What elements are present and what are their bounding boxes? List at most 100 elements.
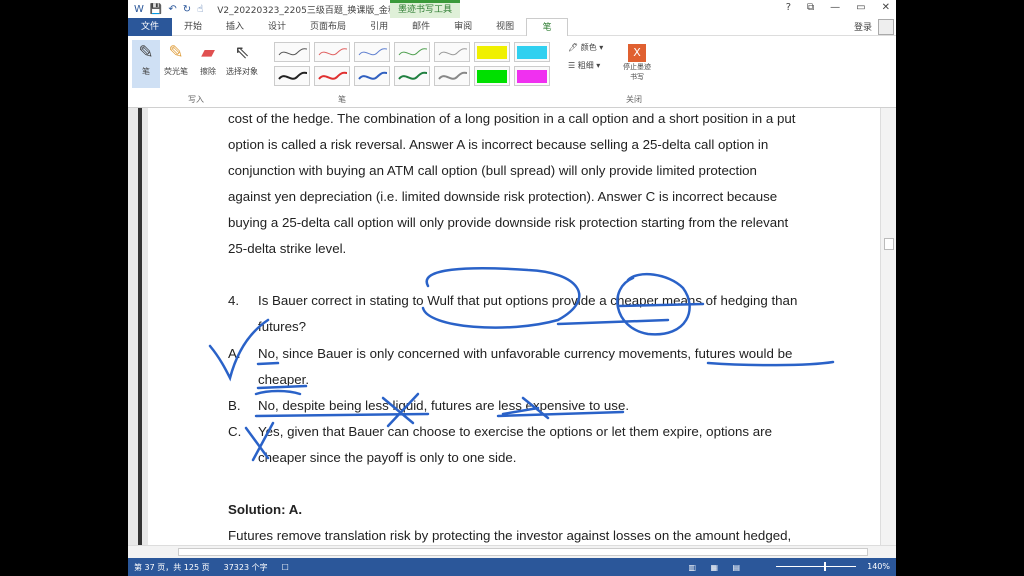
ink-underline-no <box>256 361 280 366</box>
color-button[interactable]: 🖊 颜色 ▾ <box>568 42 603 53</box>
pen-style[interactable] <box>314 66 350 86</box>
pen-style[interactable] <box>474 42 510 62</box>
pen-style[interactable] <box>434 66 470 86</box>
pen-style[interactable] <box>394 42 430 62</box>
pen-swatch-icon <box>358 71 388 80</box>
pen-style[interactable] <box>474 66 510 86</box>
ink-underline-futures <box>706 360 835 367</box>
close-button[interactable]: ✕ <box>882 2 890 13</box>
scroll-thumb[interactable] <box>178 548 868 556</box>
ink-b-mark <box>254 389 302 396</box>
stop-icon: X <box>628 44 646 62</box>
zoom-slider[interactable] <box>776 562 856 571</box>
label: 选择对象 <box>226 67 258 76</box>
pen-swatch-icon <box>318 71 348 80</box>
proofing-icon[interactable]: ☐ <box>282 563 289 572</box>
highlighter-icon: ✎ <box>168 42 184 63</box>
ink-underline-cheaper <box>256 384 308 390</box>
status-bar: 第 37 页，共 125 页 37323 个字 ☐ ▥ ▦ ▤ 140% <box>128 558 896 576</box>
touch-mode-icon[interactable]: ☝ <box>197 4 203 15</box>
thickness-button[interactable]: ☰ 粗细 ▾ <box>568 60 600 71</box>
ink-cross-c <box>244 421 275 462</box>
pen-icon: ✎ <box>138 42 154 63</box>
tab-insert[interactable]: 插入 <box>214 18 256 36</box>
ribbon: ✎ 笔 ✎ 荧光笔 ▰ 擦除 ⇖ 选择对象 写入 🖊 颜色 ▾ ☰ 粗细 ▾ 笔 X 停… <box>128 36 896 108</box>
maximize-button[interactable]: ▭ <box>856 2 865 13</box>
zoom-level[interactable]: 140% <box>867 562 890 571</box>
tab-review[interactable]: 审阅 <box>442 18 484 36</box>
label: 颜色 <box>580 43 597 52</box>
ink-circle-wulf <box>421 267 581 329</box>
word-count[interactable]: 37323 个字 <box>224 562 268 573</box>
highlighter-swatch-icon <box>517 70 547 83</box>
pen-style[interactable] <box>354 66 390 86</box>
ink-underline-1 <box>556 318 670 326</box>
highlighter-swatch-icon <box>477 70 507 83</box>
print-layout-icon[interactable]: ▦ <box>710 563 718 572</box>
pen-swatch-icon <box>438 48 468 56</box>
pen-swatch-icon <box>358 48 388 56</box>
redo-icon[interactable]: ↻ <box>183 4 191 15</box>
ink-underline-b <box>254 410 625 418</box>
tab-view[interactable]: 视图 <box>484 18 526 36</box>
save-icon[interactable]: 💾 <box>150 4 162 15</box>
ink-check-a <box>208 318 270 382</box>
scroll-thumb[interactable] <box>884 238 894 250</box>
avatar[interactable] <box>878 19 894 35</box>
stop-inking-button[interactable]: X 停止墨迹书写 <box>622 44 652 82</box>
pen-style[interactable] <box>354 42 390 62</box>
help-button[interactable]: ? <box>786 2 791 13</box>
word-icon: W <box>134 3 144 15</box>
pen-style[interactable] <box>514 66 550 86</box>
page-count[interactable]: 第 37 页，共 125 页 <box>134 562 210 573</box>
pen-swatch-icon <box>278 48 308 56</box>
pen-tool-button[interactable]: ✎ 笔 <box>132 40 160 88</box>
tab-layout[interactable]: 页面布局 <box>298 18 358 36</box>
tab-design[interactable]: 设计 <box>256 18 298 36</box>
undo-icon[interactable]: ↶ <box>168 4 176 15</box>
group-label-close: 关闭 <box>626 95 642 104</box>
document-area[interactable]: cost of the hedge. The combination of a … <box>128 108 896 545</box>
minimize-button[interactable]: — <box>830 2 840 13</box>
highlighter-button[interactable]: ✎ 荧光笔 <box>162 40 190 77</box>
web-layout-icon[interactable]: ▤ <box>732 563 740 572</box>
label: 停止墨迹书写 <box>623 63 651 81</box>
read-mode-icon[interactable]: ▥ <box>688 563 696 572</box>
group-label-pens: 笔 <box>338 95 346 104</box>
login-link[interactable]: 登录 <box>854 20 872 33</box>
label: 荧光笔 <box>164 67 188 76</box>
ink-annotations <box>208 267 835 462</box>
word-window: W 💾 ↶ ↻ ☝ V2_20220323_2205三级百题_换课版_金程教育（… <box>128 0 896 576</box>
pen-swatch-icon <box>438 71 468 80</box>
pen-style[interactable] <box>514 42 550 62</box>
title-bar: W 💾 ↶ ↻ ☝ V2_20220323_2205三级百题_换课版_金程教育（… <box>128 0 896 18</box>
tab-file[interactable]: 文件 <box>128 17 172 36</box>
pen-style[interactable] <box>274 66 310 86</box>
ribbon-display-button[interactable]: ⧉ <box>807 2 814 13</box>
tab-references[interactable]: 引用 <box>358 18 400 36</box>
pen-swatch-icon <box>398 48 428 56</box>
tab-mailings[interactable]: 邮件 <box>400 18 442 36</box>
cursor-icon: ⇖ <box>234 42 250 63</box>
context-tool-label: 墨迹书写工具 <box>390 0 461 18</box>
highlighter-swatch-icon <box>477 46 507 59</box>
eraser-icon: ▰ <box>201 42 215 63</box>
vertical-scrollbar[interactable] <box>880 108 896 545</box>
pen-swatch-icon <box>398 71 428 80</box>
select-objects-button[interactable]: ⇖ 选择对象 <box>224 40 260 77</box>
pen-style[interactable] <box>434 42 470 62</box>
pen-swatch-icon <box>278 71 308 80</box>
label: 粗细 <box>577 61 594 70</box>
horizontal-scrollbar[interactable] <box>128 545 896 558</box>
tab-pens[interactable]: 笔 <box>526 17 569 36</box>
label: 笔 <box>142 67 150 76</box>
ink-cross-liquid <box>381 392 420 428</box>
tab-home[interactable]: 开始 <box>172 18 214 36</box>
eraser-button[interactable]: ▰ 擦除 <box>194 40 222 77</box>
pen-style[interactable] <box>394 66 430 86</box>
pen-swatch-icon <box>318 48 348 56</box>
label: 擦除 <box>200 67 216 76</box>
pen-style[interactable] <box>274 42 310 62</box>
pen-style[interactable] <box>314 42 350 62</box>
ribbon-tabs: 文件 开始 插入 设计 页面布局 引用 邮件 审阅 视图 笔 登录 <box>128 17 896 36</box>
